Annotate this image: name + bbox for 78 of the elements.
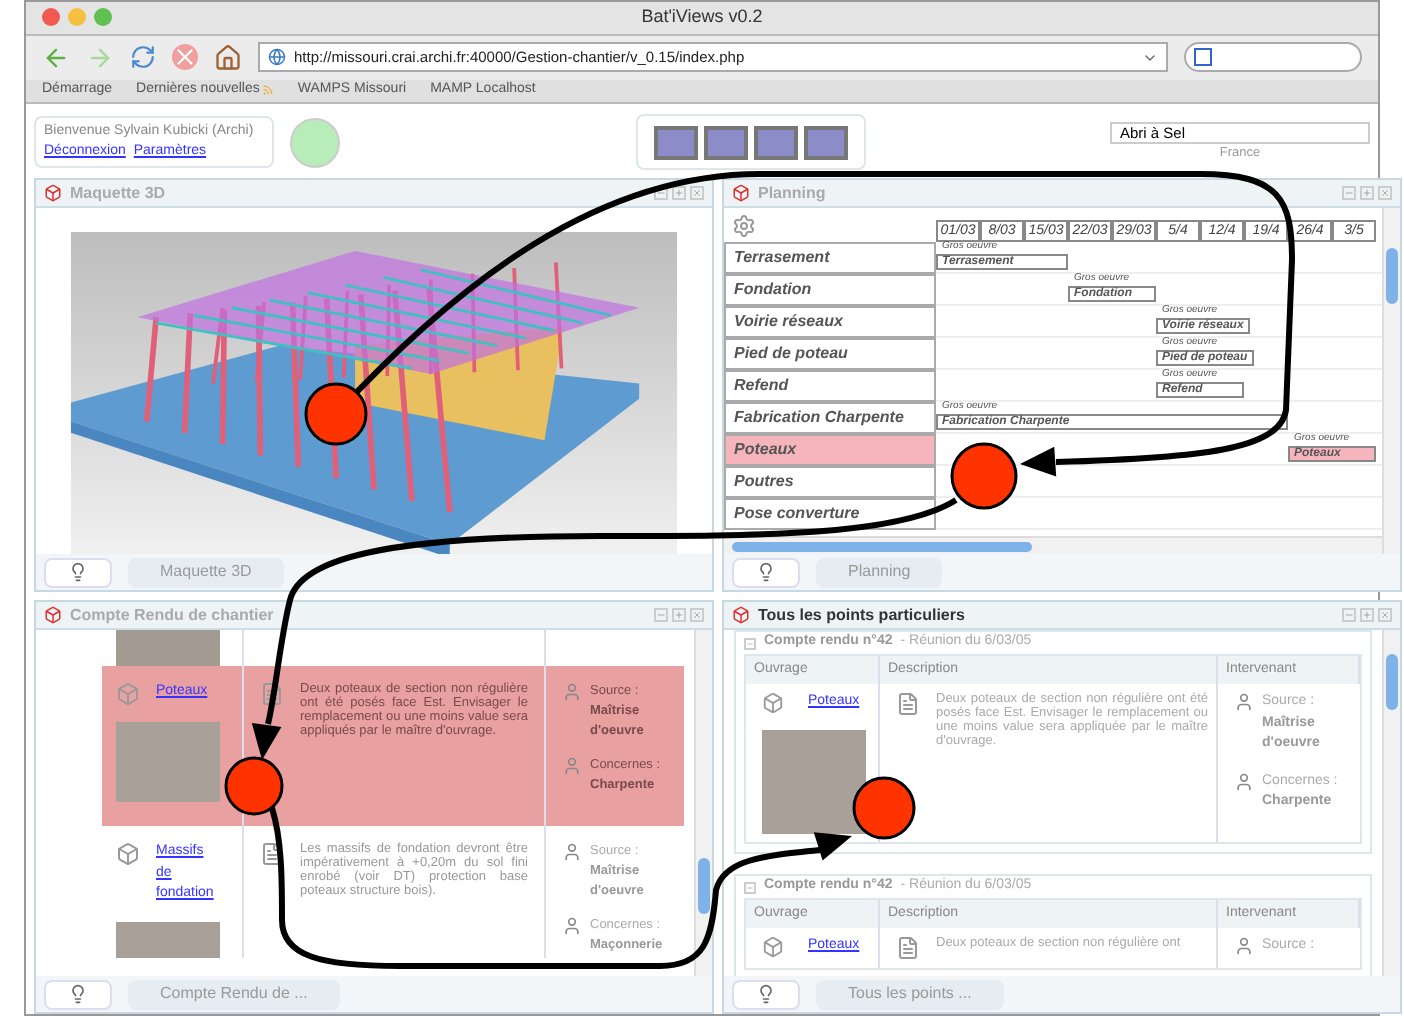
panel-logo-icon xyxy=(44,184,62,202)
panel-title: Planning xyxy=(758,181,826,205)
document-icon xyxy=(260,682,284,706)
window-title: Bat'iViews v0.2 xyxy=(641,4,763,31)
task-row[interactable]: Poteaux xyxy=(724,434,936,466)
layout-icon[interactable] xyxy=(704,125,748,159)
close-icon[interactable] xyxy=(1378,186,1392,200)
task-row[interactable]: Fabrication Charpente xyxy=(724,402,936,434)
photo-placeholder xyxy=(116,722,220,802)
document-icon xyxy=(260,842,284,866)
task-row[interactable]: Poutres xyxy=(724,466,936,498)
back-icon[interactable] xyxy=(42,43,70,72)
block-icon xyxy=(116,682,140,706)
rss-icon xyxy=(261,84,274,97)
bulb-button[interactable] xyxy=(732,979,800,1009)
layout-icon[interactable] xyxy=(754,125,798,159)
document-icon xyxy=(896,936,920,960)
zoom-window-icon[interactable] xyxy=(94,8,112,27)
globe-icon xyxy=(268,48,286,67)
maximize-icon[interactable] xyxy=(672,186,686,200)
home-icon[interactable] xyxy=(214,43,242,72)
person-icon xyxy=(1234,692,1254,712)
scrollbar[interactable] xyxy=(694,630,712,976)
lightbulb-icon xyxy=(756,562,776,582)
person-icon xyxy=(562,842,582,862)
report-row[interactable] xyxy=(102,666,684,826)
marker-dot xyxy=(304,382,368,446)
task-row[interactable]: Pose converture xyxy=(724,498,936,530)
stop-icon[interactable] xyxy=(172,44,198,71)
bulb-button[interactable] xyxy=(44,557,112,587)
task-row[interactable]: Refend xyxy=(724,370,936,402)
forward-icon[interactable] xyxy=(86,43,114,72)
bulb-button[interactable] xyxy=(732,557,800,587)
marker-dot xyxy=(224,756,284,816)
scrollbar[interactable] xyxy=(1382,630,1400,976)
task-row[interactable]: Fondation xyxy=(724,274,936,306)
collapse-icon[interactable] xyxy=(744,637,756,649)
status-light-icon xyxy=(290,117,340,167)
block-icon xyxy=(116,842,140,866)
block-icon xyxy=(762,692,784,714)
minimize-window-icon[interactable] xyxy=(68,8,86,27)
search-field[interactable] xyxy=(1184,42,1362,73)
block-icon xyxy=(762,936,784,958)
bulb-button[interactable] xyxy=(44,979,112,1009)
photo-placeholder xyxy=(116,921,220,958)
minimize-icon[interactable] xyxy=(654,186,668,200)
person-icon xyxy=(562,682,582,702)
layout-icon[interactable] xyxy=(654,125,698,159)
task-row[interactable]: Pied de poteau xyxy=(724,338,936,370)
close-icon[interactable] xyxy=(1378,608,1392,622)
marker-dot xyxy=(950,442,1018,510)
gear-icon[interactable] xyxy=(732,213,756,237)
panel-title: Compte Rendu de chantier xyxy=(70,603,274,627)
close-icon[interactable] xyxy=(690,608,704,622)
task-row[interactable]: Terrasement xyxy=(724,242,936,274)
person-icon xyxy=(1234,936,1254,956)
person-icon xyxy=(562,756,582,777)
layout-icon[interactable] xyxy=(804,125,848,159)
person-icon xyxy=(562,916,582,937)
lightbulb-icon xyxy=(68,562,88,582)
panel-title: Tous les points particuliers xyxy=(758,603,965,627)
photo-placeholder xyxy=(762,730,866,834)
person-icon xyxy=(1234,771,1254,791)
search-engine-icon xyxy=(1194,48,1212,67)
task-row[interactable]: Voirie réseaux xyxy=(724,306,936,338)
panel-logo-icon xyxy=(44,606,62,624)
lightbulb-icon xyxy=(68,984,88,1004)
horizontal-scrollbar[interactable] xyxy=(724,536,1382,554)
panel-logo-icon xyxy=(732,606,750,624)
scrollbar[interactable] xyxy=(1382,208,1400,554)
document-icon xyxy=(896,692,920,716)
close-window-icon[interactable] xyxy=(42,8,60,27)
lightbulb-icon xyxy=(756,984,776,1004)
marker-dot xyxy=(852,776,916,840)
panel-logo-icon xyxy=(732,184,750,202)
panel-title: Maquette 3D xyxy=(70,181,166,205)
collapse-icon[interactable] xyxy=(744,881,756,893)
reload-icon[interactable] xyxy=(130,44,156,71)
